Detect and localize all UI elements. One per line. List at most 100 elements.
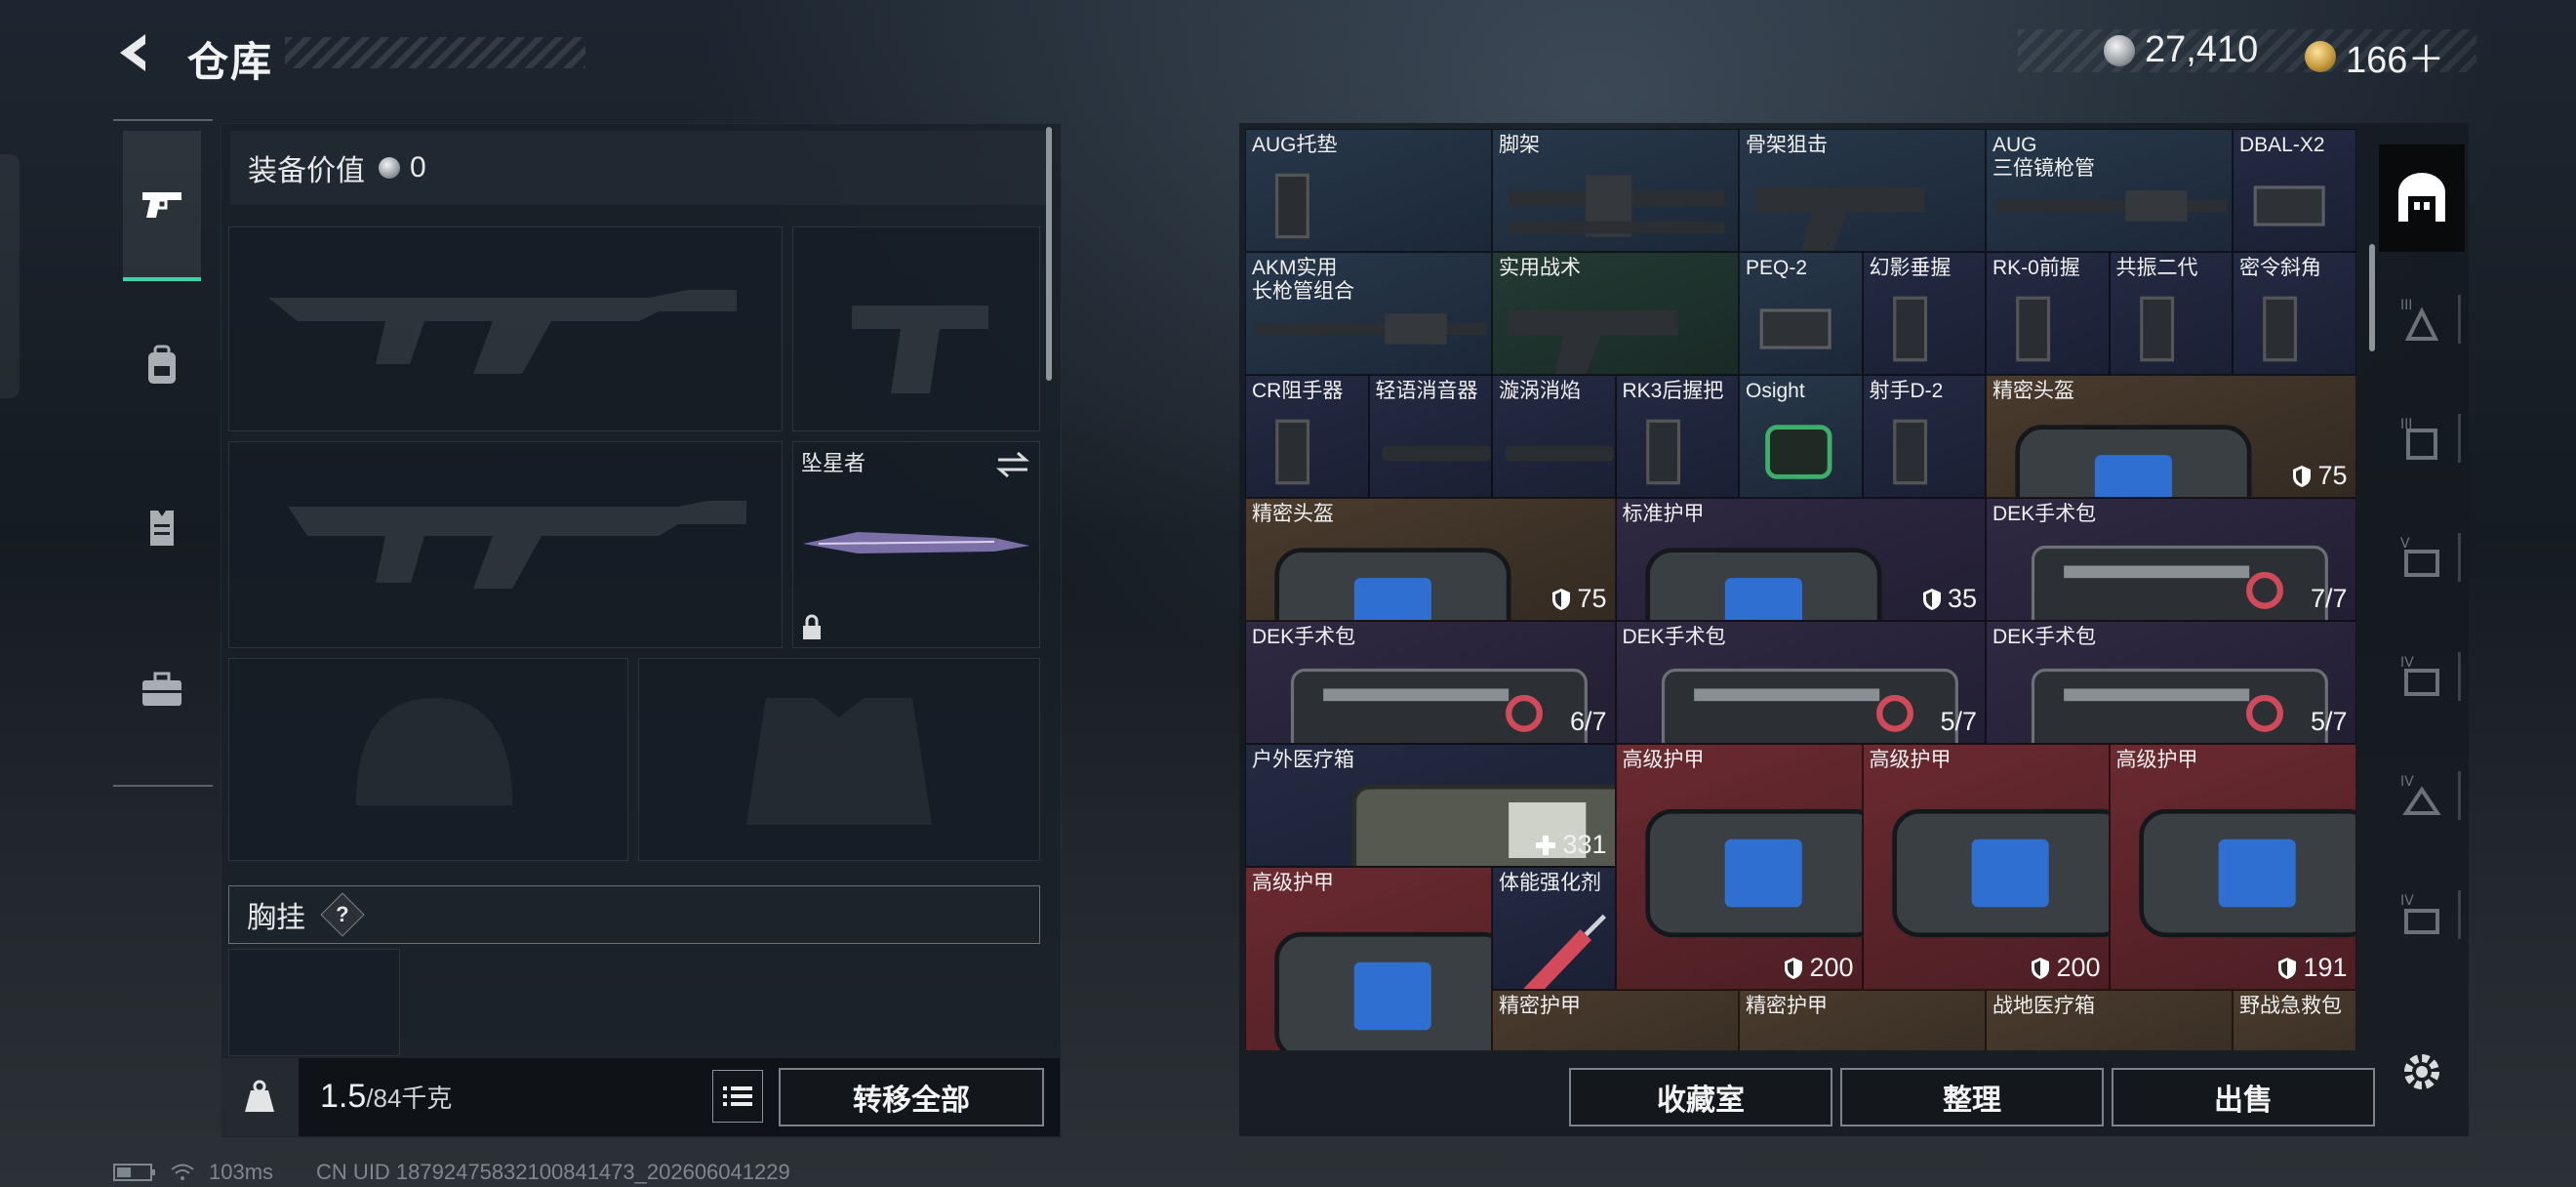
settings-button[interactable] <box>2396 1046 2447 1097</box>
stash-item[interactable]: 精密头盔 75 <box>1986 375 2356 498</box>
collection-button[interactable]: 收藏室 <box>1569 1068 1832 1126</box>
item-name: 漩涡消焰 <box>1499 380 1581 402</box>
stash-item[interactable]: 共振二代 <box>2109 252 2233 375</box>
silver-coin-icon <box>379 157 400 179</box>
primary-weapon-slot[interactable] <box>228 226 783 431</box>
back-button[interactable] <box>109 27 160 78</box>
help-icon[interactable]: ? <box>320 892 365 937</box>
stash-item[interactable]: 实用战术 <box>1492 252 1739 375</box>
secondary-weapon-slot[interactable] <box>792 226 1040 431</box>
stash-item[interactable]: RK-0前握 <box>1986 252 2110 375</box>
stash-item[interactable]: Osight <box>1739 375 1863 498</box>
tab-case-6[interactable]: IV <box>2379 861 2465 968</box>
stash-item[interactable]: 轻语消音器 <box>1368 375 1492 498</box>
stash-grid: AUG托垫 脚架 骨架狙击 AUG 三倍镜枪管 DBAL-X2 AKM实用 长枪管组合 实用… <box>1245 129 2357 1050</box>
rifle-silhouette-icon <box>268 290 737 374</box>
stash-item[interactable]: 野战急救包 <box>2233 990 2356 1050</box>
item-count-value: 75 <box>1577 584 1607 613</box>
tab-case-1[interactable]: III <box>2379 266 2465 373</box>
stash-item[interactable]: 射手D-2 <box>1862 375 1986 498</box>
helmet-slot[interactable] <box>228 658 628 861</box>
category-tabbar <box>113 119 213 787</box>
loadout-scrollbar[interactable] <box>1046 127 1052 381</box>
tertiary-weapon-slot[interactable] <box>228 441 783 648</box>
silver-coin-icon <box>2104 34 2135 66</box>
stash-item[interactable]: 精密护甲 <box>1739 990 1986 1050</box>
stash-item[interactable]: 高级护甲 200 <box>1615 744 1863 990</box>
svg-text:IV: IV <box>2400 893 2414 909</box>
sell-button[interactable]: 出售 <box>2112 1068 2375 1126</box>
stash-item[interactable]: 骨架狙击 <box>1739 129 1986 252</box>
tab-case-4[interactable]: IV <box>2379 623 2465 730</box>
stash-item[interactable]: DEK手术包 5/7 <box>1615 621 1986 744</box>
armor-slot[interactable] <box>638 658 1040 861</box>
svg-text:III: III <box>2400 298 2412 313</box>
stash-item[interactable]: 高级护甲 191 <box>2109 744 2356 990</box>
swap-icon[interactable] <box>996 450 1029 479</box>
stash-item[interactable]: RK3后握把 <box>1615 375 1739 498</box>
side-drawer-handle[interactable] <box>0 154 20 398</box>
stash-item[interactable]: DEK手术包 5/7 <box>1986 621 2356 744</box>
stash-item[interactable]: DEK手术包 7/7 <box>1986 498 2356 621</box>
item-name: 幻影垂握 <box>1869 257 1952 279</box>
item-name: DEK手术包 <box>1992 626 2097 648</box>
stash-item[interactable]: 战地医疗箱 <box>1986 990 2233 1050</box>
item-image <box>1290 668 1588 743</box>
item-count-value: 200 <box>2056 953 2101 982</box>
item-count: 6/7 <box>1570 707 1607 737</box>
armor-silhouette-icon <box>746 698 932 825</box>
stash-item[interactable]: 标准护甲 35 <box>1615 498 1986 621</box>
tab-vest[interactable] <box>123 455 201 601</box>
stash-item[interactable]: 体能强化剂 <box>1492 867 1616 990</box>
tab-stash[interactable] <box>2379 144 2465 252</box>
stash-item[interactable]: AUG 三倍镜枪管 <box>1986 129 2233 252</box>
chest-rig-slot[interactable] <box>228 949 400 1056</box>
case-tier-iv-icon: IV <box>2400 655 2439 696</box>
stash-item[interactable]: AKM实用 长枪管组合 <box>1245 252 1492 375</box>
item-count: 75 <box>1551 584 1607 614</box>
gold-coin-icon <box>2305 40 2336 72</box>
stash-item[interactable]: 高级护甲 <box>1245 867 1492 1050</box>
stash-item[interactable]: PEQ-2 <box>1739 252 1863 375</box>
item-image <box>1505 445 1614 462</box>
sort-button[interactable]: 整理 <box>1840 1068 2104 1126</box>
item-count: 200 <box>2031 953 2101 983</box>
container-tabs: III III V IV IV IV <box>2379 127 2465 1044</box>
stash-scrollbar[interactable] <box>2369 244 2375 351</box>
item-name: PEQ-2 <box>1746 257 1808 279</box>
stash-item[interactable]: 精密护甲 <box>1492 990 1739 1050</box>
tab-backpack[interactable] <box>123 293 201 439</box>
stash-item[interactable]: CR阻手器 <box>1245 375 1369 498</box>
item-name: 精密护甲 <box>1746 995 1828 1017</box>
tab-weapons[interactable] <box>123 131 201 281</box>
stash-item[interactable]: DBAL-X2 <box>2233 129 2356 252</box>
stash-item[interactable]: 幻影垂握 <box>1862 252 1986 375</box>
tab-case-3[interactable]: V <box>2379 504 2465 611</box>
currency-gold[interactable]: 166＋ <box>2305 29 2444 83</box>
item-image <box>1987 1020 2233 1050</box>
tab-medical[interactable] <box>123 617 201 763</box>
item-name: AUG 三倍镜枪管 <box>1992 134 2095 180</box>
item-count: 331 <box>1535 830 1607 860</box>
melee-slot[interactable]: 坠星者 <box>792 441 1040 648</box>
item-image <box>1508 310 1678 374</box>
tab-case-5[interactable]: IV <box>2379 742 2465 849</box>
chest-rig-row[interactable]: 胸挂 ? <box>228 885 1040 944</box>
medkit-icon <box>142 672 181 706</box>
stash-item[interactable]: 漩涡消焰 <box>1492 375 1616 498</box>
stash-item[interactable]: 密令斜角 <box>2233 252 2356 375</box>
item-name: 高级护甲 <box>2115 749 2198 771</box>
item-name: 轻语消音器 <box>1375 380 1478 402</box>
item-name: 户外医疗箱 <box>1252 749 1354 771</box>
stash-item[interactable]: 户外医疗箱 331 <box>1245 744 1616 867</box>
durability-shield-icon <box>1552 588 1571 610</box>
stash-item[interactable]: 高级护甲 200 <box>1862 744 2110 990</box>
stash-item[interactable]: AUG托垫 <box>1245 129 1492 252</box>
transfer-all-button[interactable]: 转移全部 <box>779 1068 1044 1126</box>
stash-item[interactable]: DEK手术包 6/7 <box>1245 621 1616 744</box>
lock-icon <box>803 614 821 639</box>
tab-case-2[interactable]: III <box>2379 385 2465 492</box>
stash-item[interactable]: 脚架 <box>1492 129 1739 252</box>
stash-item[interactable]: 精密头盔 75 <box>1245 498 1616 621</box>
list-view-button[interactable] <box>712 1070 763 1123</box>
